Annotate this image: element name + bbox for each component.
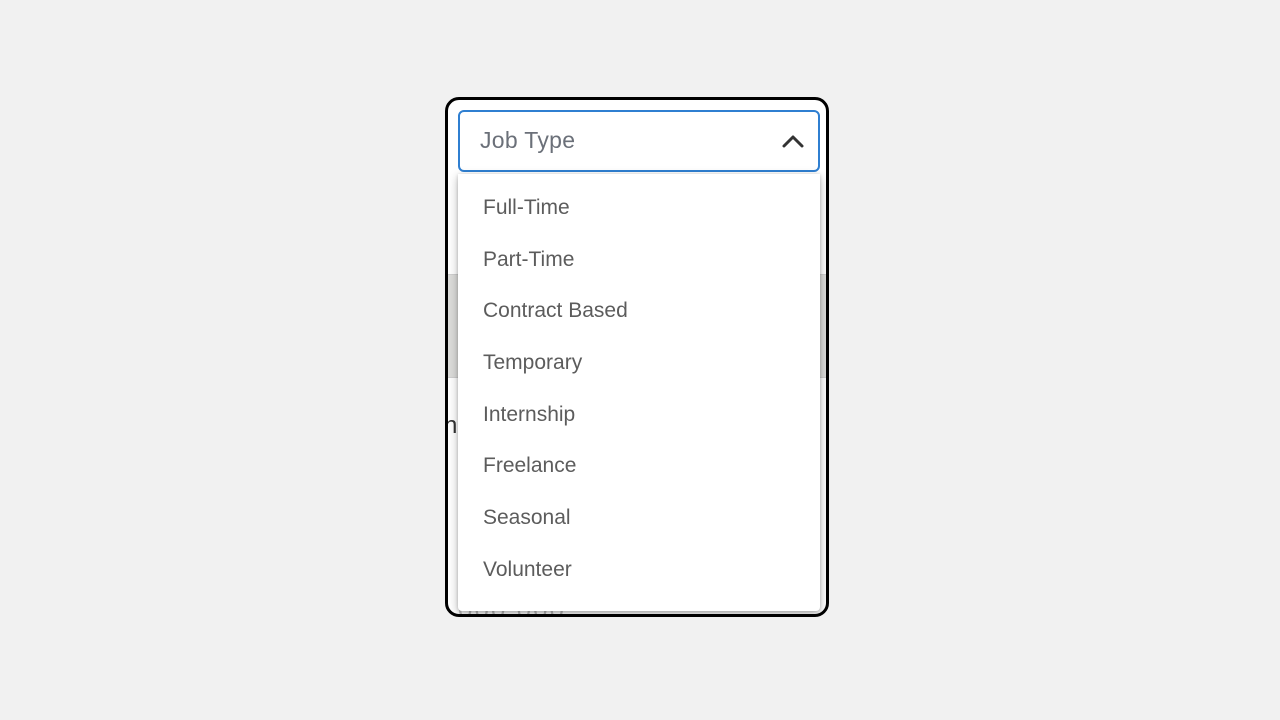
option-temporary[interactable]: Temporary [458, 337, 820, 389]
option-internship[interactable]: Internship [458, 389, 820, 441]
option-part-time[interactable]: Part-Time [458, 234, 820, 286]
option-contract-based[interactable]: Contract Based [458, 285, 820, 337]
dropdown-frame: n 000.000 Job Type Full-Time Part-Time C… [445, 97, 829, 617]
option-full-time[interactable]: Full-Time [458, 182, 820, 234]
job-type-select[interactable]: Job Type [458, 110, 820, 172]
chevron-up-icon[interactable] [780, 130, 806, 152]
option-seasonal[interactable]: Seasonal [458, 492, 820, 544]
option-freelance[interactable]: Freelance [458, 440, 820, 492]
option-volunteer[interactable]: Volunteer [458, 544, 820, 596]
job-type-label: Job Type [480, 127, 576, 153]
background-text-fragment: n [445, 412, 458, 439]
job-type-options-menu: Full-Time Part-Time Contract Based Tempo… [458, 174, 820, 611]
